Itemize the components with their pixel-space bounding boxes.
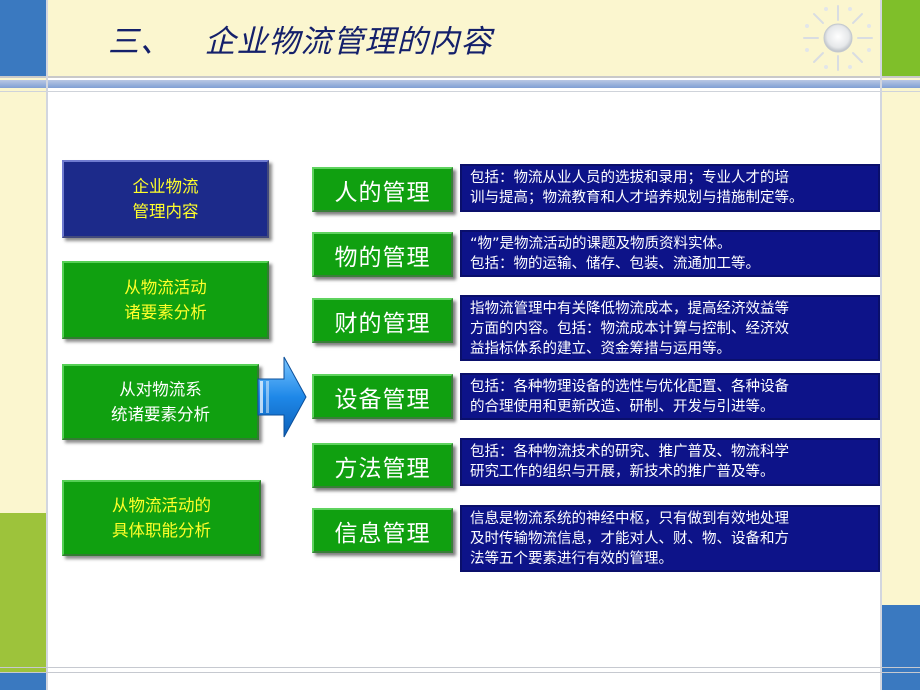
divider bbox=[880, 0, 882, 690]
description-line: 训与提高；物流教育和人才培养规划与措施制定等。 bbox=[470, 190, 804, 206]
description-materials: “物”是物流活动的课题及物质资料实体。 包括：物的运输、储存、包装、流通加工等。 bbox=[460, 230, 880, 277]
category-people: 人的管理 bbox=[312, 167, 453, 212]
divider bbox=[0, 91, 920, 92]
header-rule bbox=[0, 80, 920, 88]
description-equipment: 包括：各种物理设备的选性与优化配置、各种设备 的合理使用和更新改造、研制、开发与… bbox=[460, 373, 880, 420]
description-line: “物”是物流活动的课题及物质资料实体。 bbox=[470, 236, 732, 252]
overview-line-2: 管理内容 bbox=[132, 202, 199, 221]
perspective-box-activity: 从物流活动 诸要素分析 bbox=[62, 261, 269, 339]
category-materials: 物的管理 bbox=[312, 232, 453, 277]
description-finance: 指物流管理中有关降低物流成本，提高经济效益等 方面的内容。包括：物流成本计算与控… bbox=[460, 295, 880, 361]
description-line: 包括：物流从业人员的选拔和录用；专业人才的培 bbox=[470, 170, 789, 186]
perspective-line-1: 从对物流系 bbox=[119, 380, 202, 399]
corner-block-blue bbox=[0, 0, 46, 76]
footer-rule bbox=[0, 672, 920, 673]
description-line: 信息是物流系统的神经中枢，只有做到有效地处理 bbox=[470, 511, 789, 527]
description-line: 的合理使用和更新改造、研制、开发与引进等。 bbox=[470, 399, 775, 415]
perspective-box-system: 从对物流系 统诸要素分析 bbox=[62, 364, 259, 440]
perspective-box-function: 从物流活动的 具体职能分析 bbox=[62, 480, 261, 556]
description-line: 益指标体系的建立、资金筹措与运用等。 bbox=[470, 341, 731, 357]
description-methods: 包括：各种物流技术的研究、推广普及、物流科学 研究工作的组织与开展，新技术的推广… bbox=[460, 438, 880, 486]
perspective-line-2: 统诸要素分析 bbox=[111, 405, 210, 424]
page-title: 三、 企业物流管理的内容 bbox=[108, 24, 493, 60]
description-line: 方面的内容。包括：物流成本计算与控制、经济效 bbox=[470, 321, 789, 337]
arrow-right-icon bbox=[257, 356, 307, 438]
description-line: 包括：物的运输、储存、包装、流通加工等。 bbox=[470, 256, 760, 272]
left-accent-strip-blue bbox=[0, 673, 46, 690]
category-equipment: 设备管理 bbox=[312, 374, 453, 419]
corner-block-green bbox=[880, 0, 920, 76]
description-people: 包括：物流从业人员的选拔和录用；专业人才的培 训与提高；物流教育和人才培养规划与… bbox=[460, 164, 880, 212]
description-line: 包括：各种物理设备的选性与优化配置、各种设备 bbox=[470, 379, 789, 395]
perspective-line-2: 具体职能分析 bbox=[112, 521, 211, 540]
overview-box: 企业物流 管理内容 bbox=[62, 160, 269, 238]
footer-rule bbox=[0, 667, 920, 668]
description-information: 信息是物流系统的神经中枢，只有做到有效地处理 及时传输物流信息，才能对人、财、物… bbox=[460, 505, 880, 572]
divider bbox=[46, 0, 48, 690]
left-accent-strip bbox=[0, 513, 46, 673]
perspective-line-2: 诸要素分析 bbox=[124, 303, 207, 322]
perspective-line-1: 从物流活动的 bbox=[112, 496, 211, 515]
divider bbox=[0, 76, 920, 78]
perspective-line-1: 从物流活动 bbox=[124, 278, 207, 297]
sun-icon bbox=[803, 5, 873, 71]
description-line: 研究工作的组织与开展，新技术的推广普及等。 bbox=[470, 464, 775, 480]
description-line: 法等五个要素进行有效的管理。 bbox=[470, 551, 673, 567]
description-line: 包括：各种物流技术的研究、推广普及、物流科学 bbox=[470, 444, 789, 460]
category-information: 信息管理 bbox=[312, 508, 453, 553]
right-margin-panel bbox=[880, 76, 920, 690]
category-methods: 方法管理 bbox=[312, 443, 453, 488]
right-accent-strip bbox=[880, 605, 920, 690]
description-line: 指物流管理中有关降低物流成本，提高经济效益等 bbox=[470, 301, 789, 317]
overview-line-1: 企业物流 bbox=[132, 177, 199, 196]
description-line: 及时传输物流信息，才能对人、财、物、设备和方 bbox=[470, 531, 789, 547]
category-finance: 财的管理 bbox=[312, 298, 453, 343]
